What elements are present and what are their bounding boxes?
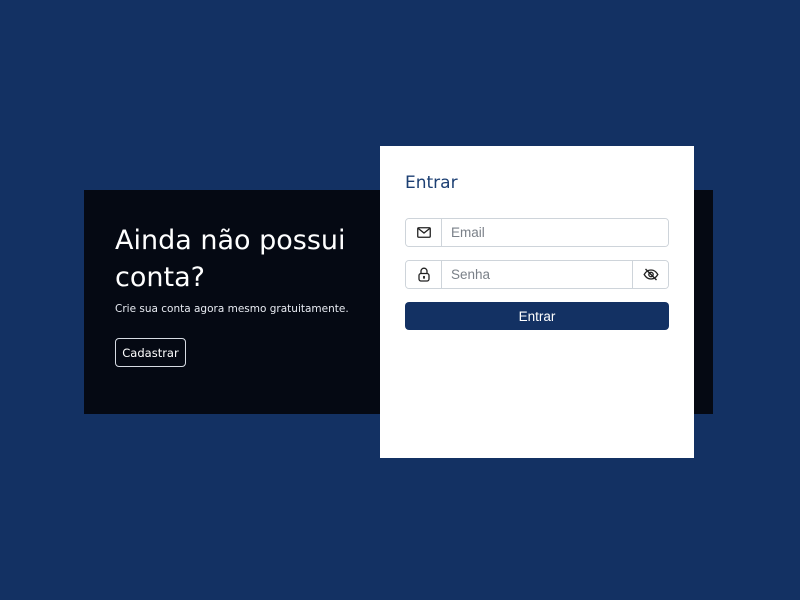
password-field[interactable] xyxy=(442,261,632,288)
email-input-group xyxy=(405,218,669,247)
envelope-icon xyxy=(406,219,442,246)
login-title: Entrar xyxy=(405,173,458,193)
signup-subtext: Crie sua conta agora mesmo gratuitamente… xyxy=(115,303,349,315)
eye-slash-icon[interactable] xyxy=(632,261,668,288)
signup-heading: Ainda não possui conta? xyxy=(115,225,346,293)
login-page: Ainda não possui conta? Crie sua conta a… xyxy=(0,0,800,600)
signup-button[interactable]: Cadastrar xyxy=(115,338,186,367)
lock-icon xyxy=(406,261,442,288)
password-input-group xyxy=(405,260,669,289)
signup-promo: Ainda não possui conta? Crie sua conta a… xyxy=(115,222,365,316)
email-field[interactable] xyxy=(442,219,668,246)
login-card: Entrar Email Entrar xyxy=(380,146,694,458)
login-submit-button[interactable]: Entrar xyxy=(405,302,669,330)
